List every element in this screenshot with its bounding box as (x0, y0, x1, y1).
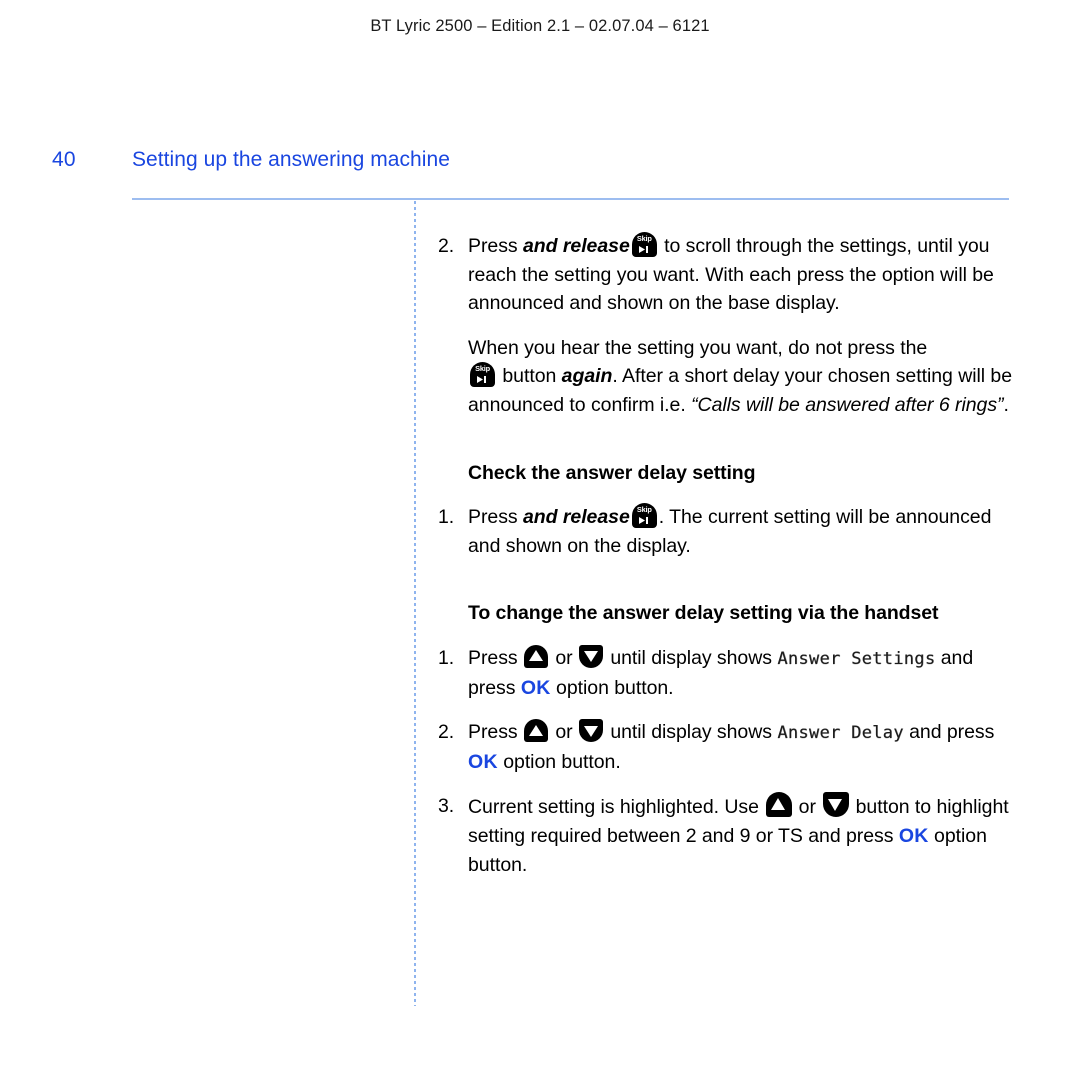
text-fragment: option button. (550, 676, 674, 699)
text-fragment: or (793, 796, 822, 819)
text-fragment: until display shows (604, 721, 778, 744)
ok-softkey-label: OK (898, 824, 929, 847)
skip-icon-label: Skip (636, 234, 652, 243)
skip-forward-glyph (470, 375, 495, 384)
up-triangle-glyph (529, 724, 544, 736)
emphasis-and-release: and release (522, 235, 630, 257)
header-divider-rule (132, 198, 1009, 200)
display-text-answer-settings: Answer Settings (777, 648, 936, 669)
text-fragment: option button. (497, 750, 621, 773)
text-fragment: Press (468, 721, 523, 744)
running-header: BT Lyric 2500 – Edition 2.1 – 02.07.04 –… (370, 17, 710, 35)
skip-button-icon: Skip (631, 503, 657, 529)
section-heading-check-answer-delay: Check the answer delay setting (468, 461, 756, 484)
text-fragment: or (549, 721, 578, 744)
body-column: 2. Press and release Skip to scroll throu… (438, 232, 1013, 879)
list-item-number: 1. (438, 506, 455, 529)
chapter-title-row: 40 Setting up the answering machine (0, 148, 1080, 180)
list-item: 3. Current setting is highlighted. Use o… (438, 792, 1013, 879)
text-fragment: . (1003, 393, 1009, 416)
announcement-quote: “Calls will be answered after 6 rings” (691, 393, 1004, 416)
text-fragment: or (549, 646, 578, 669)
column-divider-dotted-rule (414, 201, 416, 1006)
text-fragment: Press (468, 235, 523, 257)
text-fragment: until display shows (604, 646, 778, 669)
list-item-number: 1. (438, 646, 455, 669)
text-fragment: button (497, 365, 562, 388)
list-item-text: Press or until display shows Answer Dela… (468, 719, 995, 773)
list-item: 1. Press or until display shows Answer S… (438, 644, 1013, 702)
down-arrow-key-icon (822, 792, 849, 818)
down-triangle-glyph (584, 651, 599, 663)
list-item-number: 3. (438, 795, 455, 818)
text-fragment: Current setting is highlighted. Use (468, 796, 765, 819)
skip-icon-label: Skip (636, 505, 652, 515)
skip-button-icon: Skip (631, 232, 657, 257)
up-triangle-glyph (771, 798, 786, 811)
text-fragment: Press (468, 506, 523, 529)
skip-button-icon: Skip (470, 362, 495, 388)
ok-softkey-label: OK (520, 676, 551, 699)
emphasis-again: again (561, 365, 613, 388)
skip-forward-glyph (632, 245, 657, 254)
skip-icon-label: Skip (475, 364, 490, 374)
note-paragraph: When you hear the setting you want, do n… (438, 334, 1013, 420)
up-triangle-glyph (529, 650, 544, 662)
section-heading-change-via-handset: To change the answer delay setting via t… (468, 602, 939, 625)
list-item-text: Press and release Skip to scroll through … (468, 232, 994, 314)
page-number: 40 (52, 148, 76, 171)
display-text-answer-delay: Answer Delay (777, 723, 904, 744)
list-item: 2. Press and release Skip to scroll throu… (438, 232, 1013, 318)
list-item: 2. Press or until display shows Answer D… (438, 718, 1013, 776)
list-item: 1. Press and release Skip. The current se… (438, 503, 1013, 560)
down-triangle-glyph (828, 799, 843, 812)
text-fragment: Press (468, 646, 523, 669)
list-item-text: Current setting is highlighted. Use or b… (468, 792, 1009, 876)
down-arrow-key-icon (579, 719, 604, 743)
down-arrow-key-icon (579, 644, 604, 668)
up-arrow-key-icon (524, 644, 549, 668)
list-item-text: Press or until display shows Answer Sett… (468, 644, 973, 699)
text-fragment: and press (903, 721, 995, 744)
emphasis-and-release: and release (522, 506, 630, 529)
skip-forward-glyph (632, 516, 657, 525)
page-title: Setting up the answering machine (132, 148, 450, 171)
up-arrow-key-icon (765, 792, 792, 818)
list-item-number: 2. (438, 235, 455, 257)
list-item-text: Press and release Skip. The current setti… (468, 503, 991, 557)
ok-softkey-label: OK (468, 750, 498, 773)
up-arrow-key-icon (524, 719, 549, 743)
text-fragment: When you hear the setting you want, do n… (468, 336, 928, 359)
list-item-number: 2. (438, 721, 455, 744)
down-triangle-glyph (584, 725, 599, 737)
